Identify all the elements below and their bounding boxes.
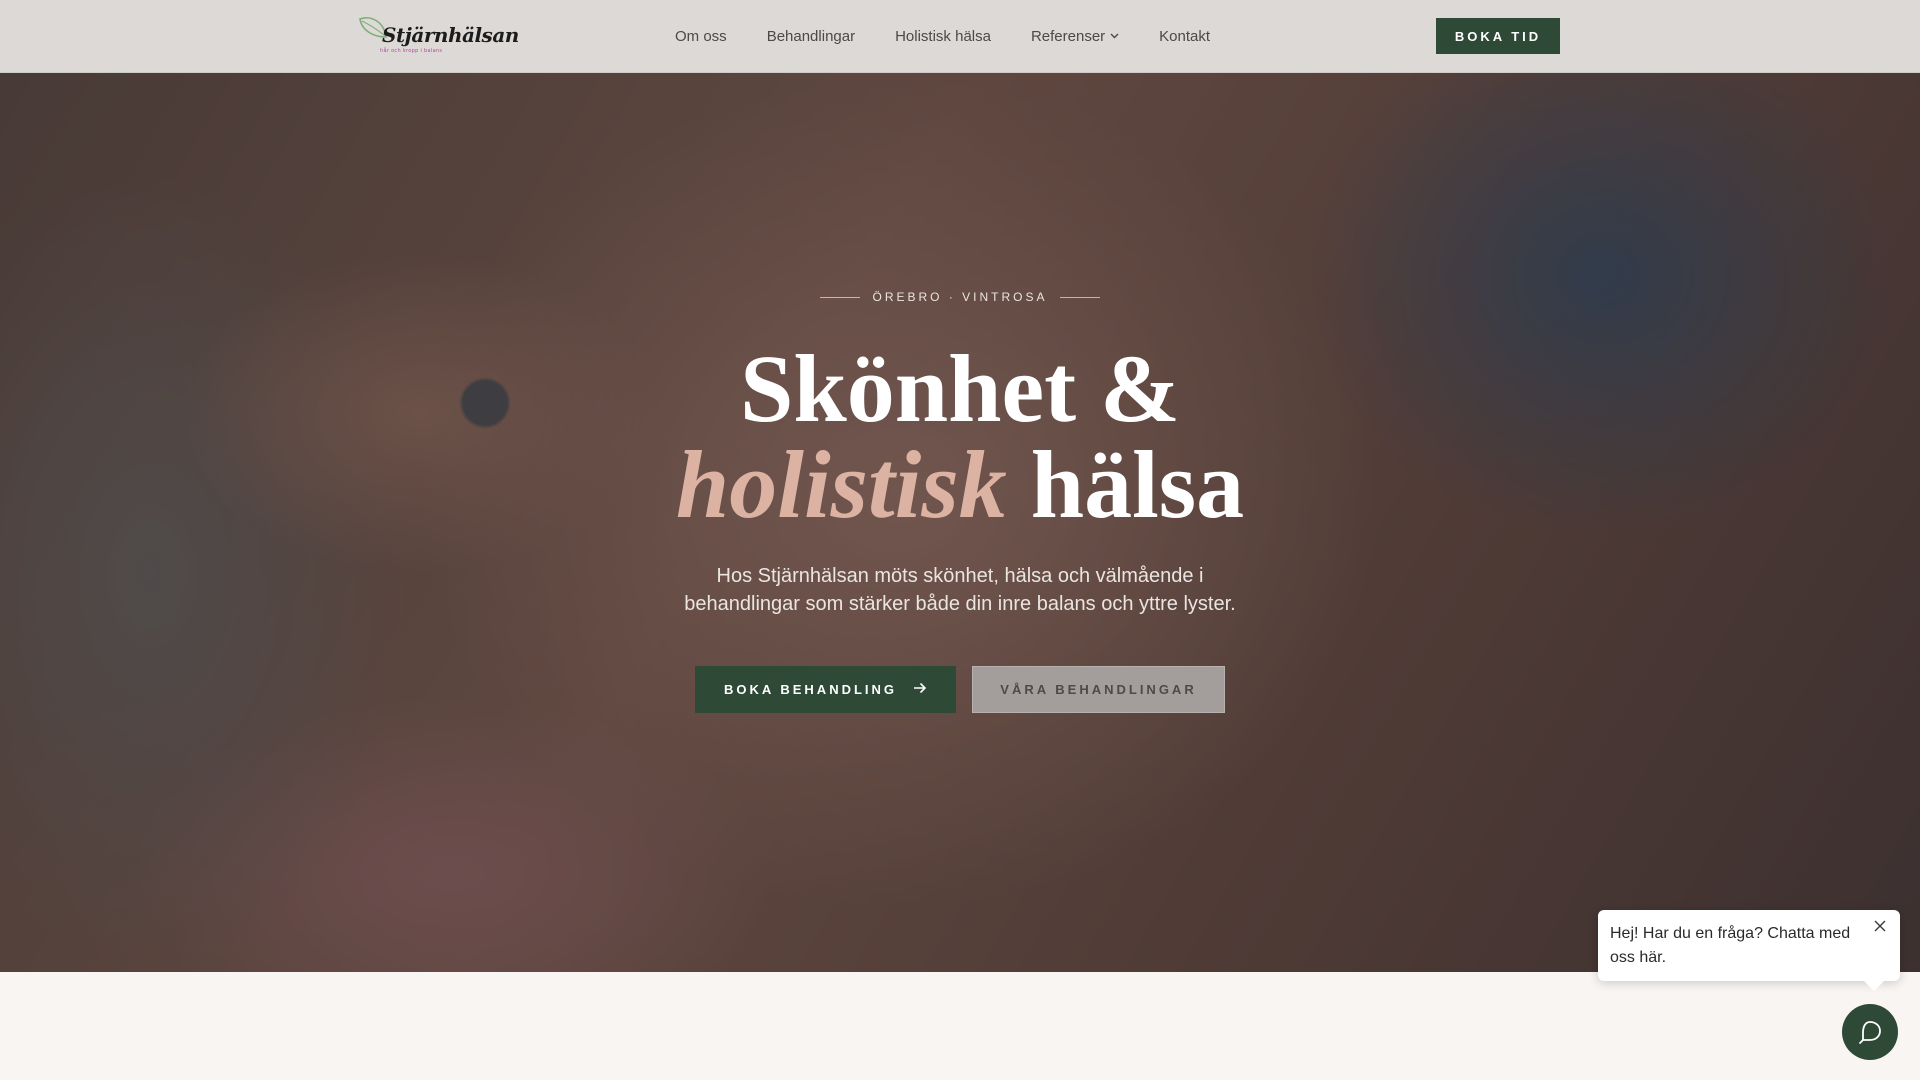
main-nav: Om oss Behandlingar Holistisk hälsa Refe… — [675, 0, 1250, 73]
chevron-down-icon — [1110, 31, 1119, 42]
hero-eyebrow: ÖREBRO · VINTROSA — [820, 287, 1100, 307]
nav-item-kontakt[interactable]: Kontakt — [1159, 28, 1210, 45]
nav-item-behandlingar[interactable]: Behandlingar — [767, 28, 855, 45]
nav-item-referenser-label: Referenser — [1030, 28, 1106, 45]
hero-lead-text: Hos Stjärnhälsan möts skönhet, hälsa och… — [684, 565, 1236, 615]
site-logo[interactable]: Stjärnhälsan hår och kropp i balans — [358, 13, 519, 59]
hero-title-accent: holistisk — [675, 431, 1007, 538]
book-treatment-label: BOKA BEHANDLING — [723, 682, 898, 697]
nav-item-referenser[interactable]: Referenser — [1031, 28, 1119, 45]
book-appointment-button[interactable]: BOKA TID — [1436, 18, 1560, 54]
hero-section: ÖREBRO · VINTROSA Skönhet & holistisk hä… — [0, 73, 1920, 972]
nav-item-holistisk-halsa[interactable]: Holistisk hälsa — [895, 28, 991, 45]
hero-title-line1: Skönhet & — [739, 335, 1181, 442]
hero-content: ÖREBRO · VINTROSA Skönhet & holistisk hä… — [0, 73, 1920, 972]
chat-icon — [1859, 1021, 1881, 1044]
eyebrow-divider-right — [1059, 296, 1100, 298]
site-header: Stjärnhälsan hår och kropp i balans Om o… — [0, 0, 1920, 73]
nav-item-om-oss[interactable]: Om oss — [675, 28, 727, 45]
logo-text: Stjärnhälsan — [382, 23, 519, 47]
chat-greeting-bubble[interactable]: Hej! Har du en fråga? Chatta med oss här… — [1598, 910, 1900, 991]
logo-tagline: hår och kropp i balans — [380, 48, 443, 54]
close-icon[interactable] — [1872, 920, 1888, 936]
book-treatment-button[interactable]: BOKA BEHANDLING — [695, 666, 956, 713]
arrow-right-icon — [913, 681, 927, 698]
chat-greeting-text: Hej! Har du en fråga? Chatta med oss här… — [1610, 925, 1851, 966]
chat-launcher-button[interactable] — [1842, 1004, 1898, 1060]
eyebrow-divider-left — [820, 296, 861, 298]
eyebrow-text: ÖREBRO · VINTROSA — [872, 290, 1048, 304]
hero-title-rest: hälsa — [1006, 431, 1245, 538]
our-treatments-button[interactable]: VÅRA BEHANDLINGAR — [972, 666, 1225, 713]
hero-title-line2: holistisk hälsa — [0, 437, 1920, 533]
